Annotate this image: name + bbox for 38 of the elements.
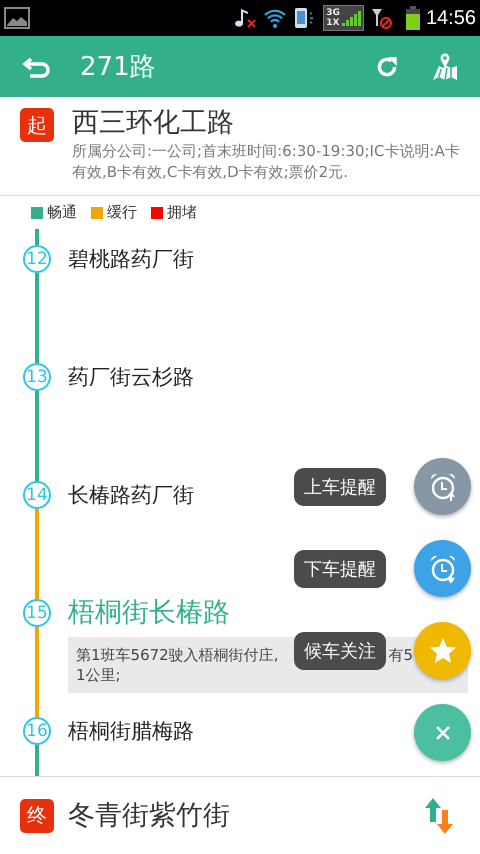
arrival-text: 有5: [388, 645, 413, 665]
music-muted-icon: [233, 6, 258, 30]
network-type-label: 1X: [326, 18, 340, 28]
fab-tooltip: 上车提醒: [294, 468, 386, 506]
end-badge: 终: [20, 798, 54, 832]
close-button[interactable]: [414, 704, 471, 761]
favorite-button[interactable]: [414, 622, 471, 679]
stop-name[interactable]: 梧桐街腊梅路: [68, 717, 194, 745]
station-name: 冬青街紫竹街: [68, 798, 230, 832]
station-name: 西三环化工路: [72, 106, 235, 140]
legend-label: 畅通: [47, 203, 77, 222]
clock-time: 14:56: [426, 6, 476, 30]
stop-number: 16: [23, 717, 51, 745]
fab-tooltip: 下车提醒: [294, 550, 386, 588]
stop-name[interactable]: 药厂街云杉路: [68, 363, 194, 391]
stop-name[interactable]: 碧桃路药厂街: [68, 245, 194, 273]
alarm-button[interactable]: [414, 458, 471, 515]
image-icon: [4, 7, 30, 29]
battery-icon: [406, 6, 420, 30]
close-icon: [434, 724, 450, 740]
fab-tooltip: 候车关注: [294, 632, 386, 670]
arrival-text: 第1班车5672驶入梧桐街付庄,: [76, 645, 278, 665]
legend-label: 缓行: [107, 203, 137, 222]
no-signal-icon: [370, 6, 394, 30]
route-info: 所属分公司:一公司;首末班时间:6:30-19:30;IC卡说明:A卡有效,B卡有效,C卡有效,D卡有效;票价2元.: [72, 141, 461, 183]
alarm-button[interactable]: [414, 540, 471, 597]
route-title: 271路: [80, 51, 156, 84]
start-badge: 起: [20, 108, 54, 142]
legend-label: 拥堵: [167, 203, 197, 222]
network-type-label: 3G: [326, 8, 340, 18]
stop-number: 12: [23, 245, 51, 273]
map-pin-icon[interactable]: [430, 52, 460, 82]
arrival-text: 1公里;: [76, 665, 122, 685]
swap-arrows-icon[interactable]: [424, 796, 454, 836]
stop-number: 15: [23, 599, 51, 627]
stop-name[interactable]: 长椿路药厂街: [68, 481, 194, 509]
stop-number: 14: [23, 481, 51, 509]
stop-number: 13: [23, 363, 51, 391]
